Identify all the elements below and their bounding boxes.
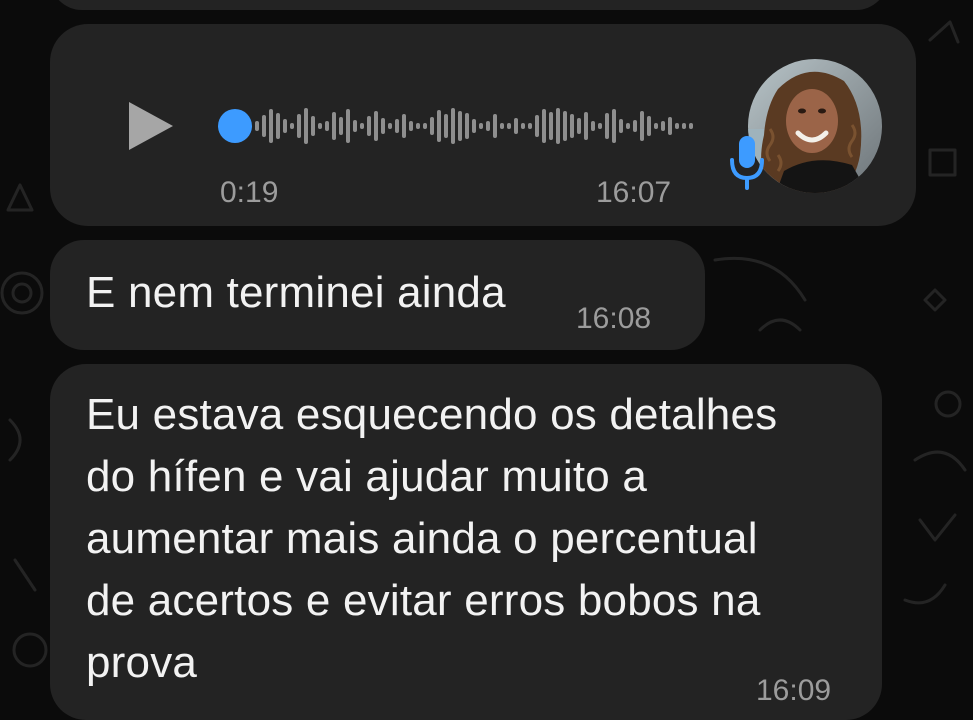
previous-message-bubble [50, 0, 888, 10]
waveform-bar [647, 116, 651, 136]
waveform-bar [388, 123, 392, 129]
waveform-bar [479, 123, 483, 129]
waveform-bar [605, 113, 609, 139]
waveform-bar [661, 121, 665, 131]
waveform-bar [367, 116, 371, 136]
waveform-bar [535, 115, 539, 137]
microphone-icon [730, 136, 764, 190]
waveform-bar [290, 123, 294, 129]
waveform-bar [528, 123, 532, 129]
waveform-bar [689, 123, 693, 129]
waveform-bar [563, 111, 567, 141]
progress-dot[interactable] [218, 109, 252, 143]
message-line: de acertos e evitar erros bobos na [86, 576, 761, 625]
waveform-bar [465, 113, 469, 139]
waveform-bar [353, 120, 357, 132]
play-icon [129, 102, 173, 150]
waveform-bar [360, 123, 364, 129]
contact-avatar[interactable] [748, 59, 882, 193]
waveform-bar [682, 123, 686, 129]
waveform-bar [521, 123, 525, 129]
waveform-bar [423, 123, 427, 129]
waveform-bar [339, 117, 343, 135]
waveform-bar [416, 123, 420, 129]
waveform-bar [612, 109, 616, 143]
waveform-bar [332, 112, 336, 140]
waveform-bar [472, 119, 476, 133]
waveform-bar [668, 117, 672, 135]
waveform-bar [283, 119, 287, 133]
waveform-bar [598, 123, 602, 129]
waveform-bar [311, 116, 315, 136]
message-timestamp: 16:09 [756, 674, 832, 707]
waveform-bar [255, 121, 259, 131]
message-line: prova [86, 638, 198, 687]
waveform-bar [514, 118, 518, 134]
waveform-bar [409, 121, 413, 131]
waveform-bar [549, 112, 553, 140]
waveform-bar [444, 114, 448, 138]
waveform-bar [493, 114, 497, 138]
waveform-bar [276, 113, 280, 139]
message-line: aumentar mais ainda o percentual [86, 514, 758, 563]
waveform-bar [437, 110, 441, 142]
waveform-bar [297, 114, 301, 138]
waveform-bar [591, 121, 595, 131]
message-text: Eu estava esquecendo os detalhes do hífe… [86, 384, 777, 694]
audio-waveform[interactable] [215, 84, 693, 168]
waveform-bar [542, 109, 546, 143]
waveform-bar [584, 112, 588, 140]
waveform-bar [318, 123, 322, 129]
waveform-bar [458, 111, 462, 141]
waveform-bar [577, 118, 581, 134]
waveform-bar [395, 119, 399, 133]
waveform-bar [269, 109, 273, 143]
waveform-bar [654, 123, 658, 129]
message-timestamp: 16:08 [576, 302, 652, 335]
voice-duration: 0:19 [220, 176, 279, 209]
waveform-bar [640, 111, 644, 141]
waveform-bar [626, 123, 630, 129]
message-text: E nem terminei ainda [86, 268, 506, 317]
waveform-bar [619, 119, 623, 133]
message-line: do hífen e vai ajudar muito a [86, 452, 648, 501]
waveform-bar [325, 121, 329, 131]
waveform-bar [374, 111, 378, 141]
waveform-bar [451, 108, 455, 144]
voice-timestamp: 16:07 [596, 176, 672, 209]
waveform-bar [402, 114, 406, 138]
message-line: Eu estava esquecendo os detalhes [86, 390, 778, 439]
play-button[interactable] [125, 100, 177, 152]
waveform-bar [570, 114, 574, 138]
waveform-bar [507, 123, 511, 129]
waveform-bar [500, 123, 504, 129]
waveform-bar [304, 108, 308, 144]
avatar-image [748, 59, 882, 193]
waveform-bar [262, 115, 266, 137]
waveform-bar [556, 108, 560, 144]
waveform-bar [675, 123, 679, 129]
waveform-bar [430, 117, 434, 135]
waveform-bar [381, 118, 385, 134]
waveform-bar [346, 109, 350, 143]
waveform-bar [486, 121, 490, 131]
waveform-bar [633, 120, 637, 132]
